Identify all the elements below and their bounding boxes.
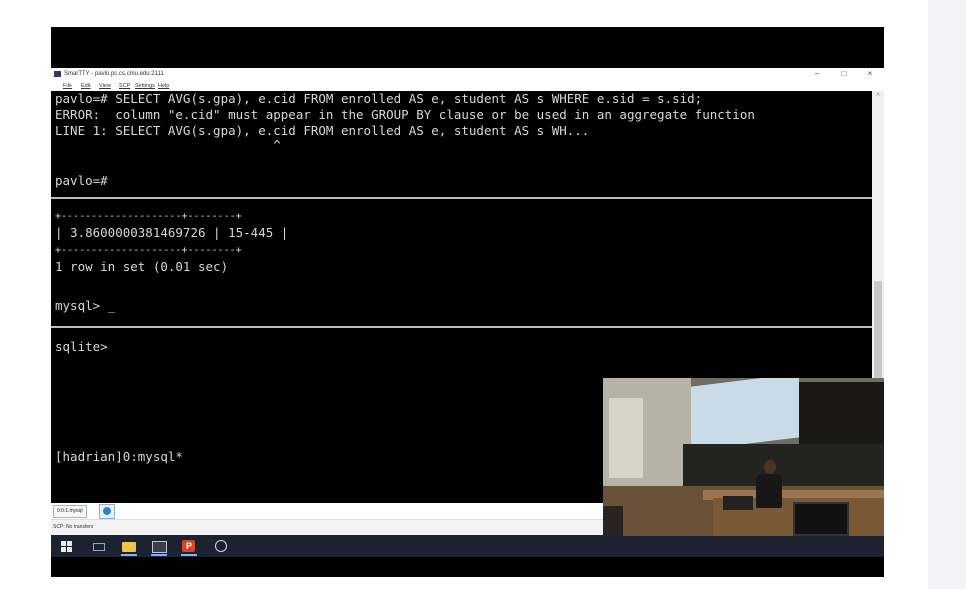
terminal-line: pavlo=# SELECT AVG(s.gpa), e.cid FROM en… xyxy=(55,91,703,106)
scroll-up-icon[interactable]: ^ xyxy=(872,93,884,100)
lecture-video-frame: SmarTTY - pavlo.pc.cs.cmu.edu:2111 – □ ×… xyxy=(51,27,884,577)
windows-taskbar xyxy=(51,535,884,557)
result-summary: 1 row in set (0.01 sec) xyxy=(55,259,229,274)
sqlite-prompt: sqlite> xyxy=(55,339,108,354)
scroll-thumb[interactable] xyxy=(874,281,882,391)
right-side-strip xyxy=(928,0,966,589)
terminal-caret-line: ^ xyxy=(55,137,281,152)
menu-scp[interactable]: SCP xyxy=(119,81,130,91)
terminal-line: ERROR: column "e.cid" must appear in the… xyxy=(55,107,755,122)
result-table-border: +--------------------+--------+ xyxy=(55,211,242,222)
lecturer-camera-inset xyxy=(603,378,884,536)
scp-status: SCP: No transfers xyxy=(53,524,94,530)
active-app-indicator xyxy=(121,554,137,556)
active-app-indicator xyxy=(151,554,167,556)
laptop xyxy=(723,496,753,510)
active-app-indicator xyxy=(181,554,197,556)
result-table-border: +--------------------+--------+ xyxy=(55,245,242,256)
result-table-row: | 3.8600000381469726 | 15-445 | xyxy=(55,225,289,240)
session-tab[interactable]: 0:0:1.mysql xyxy=(53,505,87,518)
lecturer-body xyxy=(756,474,782,508)
chalkboard xyxy=(683,444,884,486)
close-button[interactable]: × xyxy=(863,68,877,80)
pane-divider[interactable] xyxy=(51,326,872,328)
menu-bar: File Edit View SCP Settings Help xyxy=(51,81,884,91)
classroom-doorway xyxy=(609,398,643,478)
new-session-icon[interactable] xyxy=(99,504,115,519)
mysql-prompt: mysql> _ xyxy=(55,298,116,313)
postgres-prompt: pavlo=# xyxy=(55,173,108,188)
powerpoint-icon[interactable] xyxy=(181,538,197,554)
menu-file[interactable]: File xyxy=(63,81,72,91)
terminal-icon[interactable] xyxy=(151,538,167,554)
minimize-button[interactable]: – xyxy=(810,68,824,80)
file-explorer-icon[interactable] xyxy=(121,538,137,554)
clock-icon[interactable] xyxy=(213,538,229,554)
tmux-status-line: [hadrian]0:mysql* xyxy=(55,449,183,464)
lecturer-head xyxy=(764,460,776,474)
desk-monitor xyxy=(793,502,849,536)
maximize-button[interactable]: □ xyxy=(837,68,851,80)
smartty-app-icon xyxy=(54,71,61,77)
pane-divider[interactable] xyxy=(51,197,872,199)
menu-help[interactable]: Help xyxy=(158,81,169,91)
task-view-icon[interactable] xyxy=(91,538,107,554)
chair xyxy=(603,506,623,536)
menu-edit[interactable]: Edit xyxy=(81,81,90,91)
windows-start-icon[interactable] xyxy=(59,538,75,554)
window-title: SmarTTY - pavlo.pc.cs.cmu.edu:2111 xyxy=(64,71,164,77)
title-bar: SmarTTY - pavlo.pc.cs.cmu.edu:2111 – □ × xyxy=(51,68,884,81)
menu-view[interactable]: View xyxy=(99,81,111,91)
menu-settings[interactable]: Settings xyxy=(135,81,155,91)
